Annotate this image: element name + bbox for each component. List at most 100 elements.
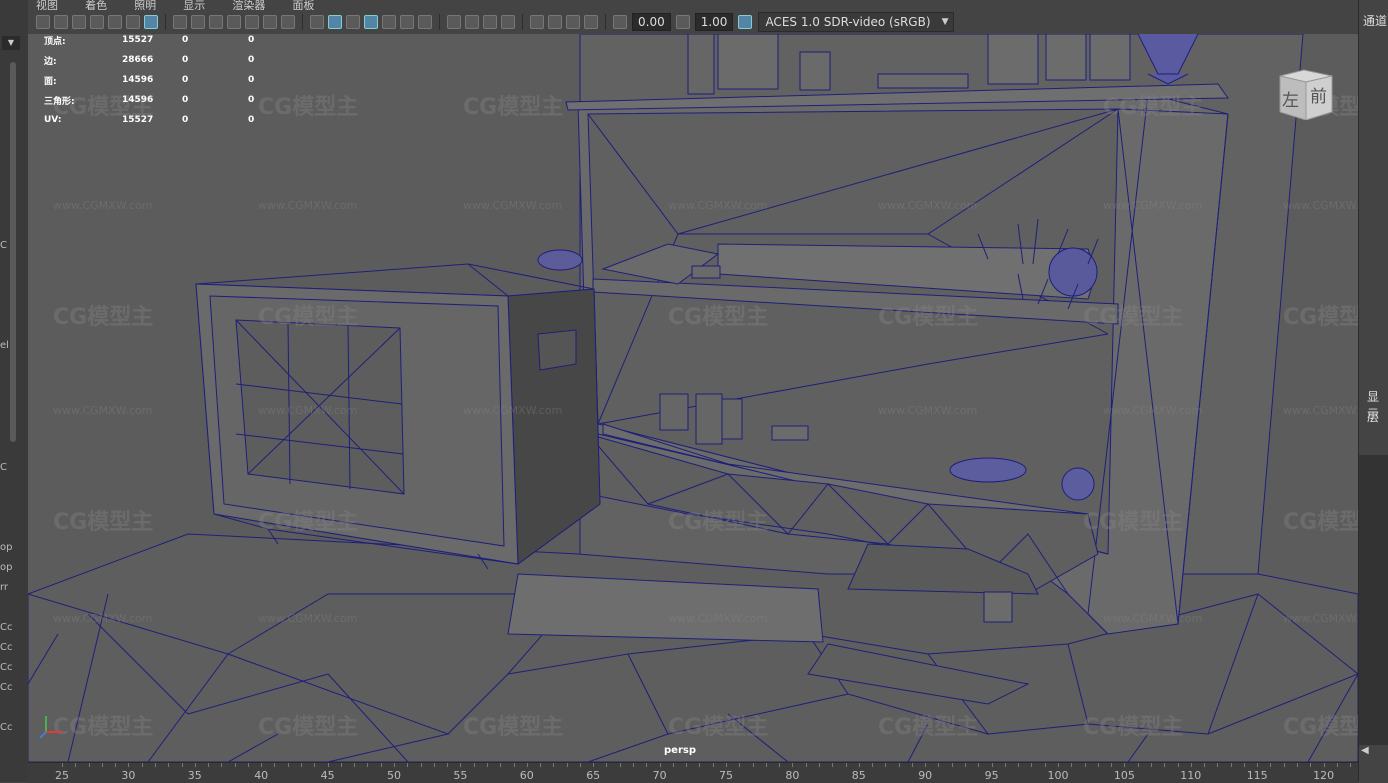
textured-icon[interactable] — [382, 15, 396, 29]
timeline-tick — [380, 763, 382, 767]
timeline-tick — [1230, 763, 1232, 767]
exposure-field[interactable]: 0.00 — [632, 13, 671, 31]
time-slider[interactable]: 25 30 35 40 45 50 55 60 65 70 75 80 85 90 95 100 105 110 1… — [28, 762, 1358, 783]
timeline-tick — [1336, 763, 1338, 767]
hud-row-triangles: 三角形: 14596 0 0 — [44, 90, 278, 110]
timeline-tick — [579, 763, 581, 767]
bookmark-icon[interactable] — [90, 15, 104, 29]
xray-active-components-icon[interactable] — [566, 15, 580, 29]
layer-menu[interactable]: 层 — [1367, 408, 1379, 425]
left-dropdown-arrow[interactable]: ▼ — [2, 36, 20, 50]
svg-text:www.CGMXW.com: www.CGMXW.com — [53, 612, 152, 625]
timeline-tick-label: 50 — [387, 769, 401, 782]
2d-pan-zoom-icon[interactable] — [126, 15, 140, 29]
color-management-icon[interactable] — [738, 15, 753, 29]
image-plane-icon[interactable] — [108, 15, 122, 29]
view-cube-front-label[interactable]: 前 — [1310, 82, 1327, 107]
scene-wireframe: CG模型主 CG模型主 CG模型主 CG模型主 CG模型主 CG模型主 CG模型… — [28, 34, 1358, 762]
timeline-tick-label: 100 — [1047, 769, 1069, 782]
svg-text:www.CGMXW.com: www.CGMXW.com — [463, 199, 562, 212]
motion-blur-icon[interactable] — [465, 15, 479, 29]
left-fragment: C — [0, 462, 7, 473]
multisample-aa-icon[interactable] — [483, 15, 497, 29]
timeline-tick — [513, 763, 515, 767]
hud-value: 0 — [182, 75, 189, 85]
grease-pencil-icon[interactable] — [144, 15, 158, 29]
svg-text:CG模型主: CG模型主 — [1083, 510, 1183, 535]
timeline-tick — [593, 763, 595, 767]
timeline-tick — [633, 763, 635, 767]
exposure-icon[interactable] — [613, 15, 627, 29]
timeline-tick — [101, 763, 103, 767]
hud-row-faces: 面: 14596 0 0 — [44, 70, 278, 90]
resolution-gate-icon[interactable] — [209, 15, 223, 29]
field-chart-icon[interactable] — [245, 15, 259, 29]
default-material-icon[interactable] — [346, 15, 360, 29]
scroll-left-icon[interactable]: ◀ — [1361, 745, 1369, 756]
timeline-tick — [752, 763, 754, 767]
gamma-field[interactable]: 1.00 — [694, 13, 734, 31]
safe-title-icon[interactable] — [281, 15, 295, 29]
view-cube[interactable]: 左 前 — [1276, 68, 1334, 121]
svg-text:www.CGMXW.com: www.CGMXW.com — [878, 404, 977, 417]
channel-box-panel: 通道 显示 层 ◀ — [1358, 0, 1388, 782]
menu-lighting[interactable]: 照明 — [134, 0, 156, 10]
3d-viewport[interactable]: CG模型主 CG模型主 CG模型主 CG模型主 CG模型主 CG模型主 CG模型… — [28, 34, 1358, 762]
wireframe-on-shaded-icon[interactable] — [364, 15, 378, 29]
menu-show[interactable]: 显示 — [183, 0, 205, 10]
svg-text:CG模型主: CG模型主 — [53, 305, 153, 330]
timeline-tick-label: 80 — [785, 769, 800, 782]
gate-mask-icon[interactable] — [227, 15, 241, 29]
timeline-tick — [141, 763, 143, 767]
poly-count-hud: 顶点: 15527 0 0 边: 28666 0 0 面: 14596 0 0 … — [44, 34, 278, 130]
menu-shading[interactable]: 着色 — [85, 0, 107, 10]
shadows-icon[interactable] — [418, 15, 432, 29]
gamma-icon[interactable] — [675, 15, 690, 29]
grid-icon[interactable] — [173, 15, 187, 29]
menu-renderer[interactable]: 渲染器 — [232, 0, 265, 10]
smooth-shade-icon[interactable] — [328, 15, 342, 29]
svg-text:www.CGMXW.com: www.CGMXW.com — [668, 612, 767, 625]
film-gate-icon[interactable] — [191, 15, 205, 29]
timeline-tick — [726, 763, 727, 767]
view-transform-dropdown[interactable]: ACES 1.0 SDR-video (sRGB) ▼ — [758, 12, 954, 32]
safe-action-icon[interactable] — [263, 15, 277, 29]
timeline-tick — [473, 763, 475, 767]
timeline-tick — [858, 763, 860, 767]
hud-value: 0 — [248, 95, 255, 105]
left-fragment: Cc — [0, 642, 13, 653]
svg-text:www.CGMXW.com: www.CGMXW.com — [668, 199, 767, 212]
timeline-tick — [526, 763, 528, 767]
timeline-tick — [1217, 763, 1219, 767]
hud-label: 顶点: — [44, 36, 66, 47]
isolate-select-icon[interactable] — [530, 15, 544, 29]
wireframe-icon[interactable] — [310, 15, 324, 29]
xray-joints-icon[interactable] — [584, 15, 598, 29]
timeline-tick-label: 45 — [320, 769, 335, 782]
view-cube-left-label[interactable]: 左 — [1282, 86, 1299, 111]
timeline-tick — [247, 763, 249, 767]
hud-row-uv: UV: 15527 0 0 — [44, 110, 278, 130]
timeline-tick — [1084, 763, 1086, 767]
screen-space-ao-icon[interactable] — [447, 15, 461, 29]
camera-attributes-icon[interactable] — [72, 15, 86, 29]
channel-label[interactable]: 通道 — [1363, 12, 1387, 29]
timeline-tick-label: 95 — [984, 769, 999, 782]
timeline-tick — [115, 763, 117, 767]
timeline-tick — [978, 763, 980, 767]
use-all-lights-icon[interactable] — [400, 15, 414, 29]
xray-icon[interactable] — [548, 15, 562, 29]
svg-text:www.CGMXW.com: www.CGMXW.com — [1283, 612, 1358, 625]
camera-lock-icon[interactable] — [54, 15, 68, 29]
camera-select-icon[interactable] — [36, 15, 50, 29]
depth-of-field-icon[interactable] — [501, 15, 515, 29]
timeline-tick — [1150, 763, 1152, 767]
svg-text:CG模型主: CG模型主 — [1083, 715, 1183, 740]
svg-text:CG模型主: CG模型主 — [1103, 95, 1203, 120]
timeline-tick — [367, 763, 369, 767]
menu-view[interactable]: 视图 — [36, 0, 58, 10]
timeline-tick — [208, 763, 210, 767]
menu-panels[interactable]: 面板 — [292, 0, 314, 10]
timeline-tick-label: 110 — [1180, 769, 1202, 782]
left-scrollbar[interactable] — [10, 62, 16, 442]
